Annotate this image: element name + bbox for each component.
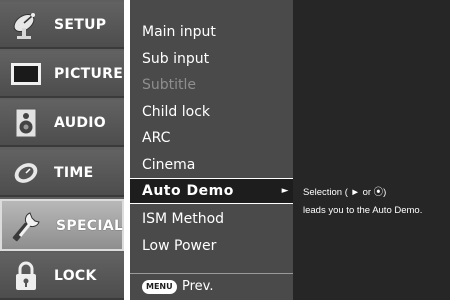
submenu-arrow-icon: ►: [281, 186, 289, 196]
satellite-dish-icon: [9, 10, 43, 40]
menu-item-main-input[interactable]: Main input: [130, 19, 293, 45]
padlock-icon: [9, 261, 43, 291]
category-label: PICTURE: [54, 66, 124, 82]
category-label: LOCK: [54, 268, 97, 284]
category-audio[interactable]: AUDIO: [0, 100, 124, 147]
category-setup[interactable]: SETUP: [0, 2, 124, 49]
menu-item-label: Child lock: [142, 104, 211, 120]
help-text: Selection ( ► or ⦿) leads you to the Aut…: [303, 184, 450, 220]
category-picture[interactable]: PICTURE: [0, 51, 124, 98]
speaker-icon: [9, 108, 43, 138]
menu-item-arc[interactable]: ARC: [130, 125, 293, 151]
menu-item-child-lock[interactable]: Child lock: [130, 99, 293, 125]
menu-item-subtitle: Subtitle: [130, 72, 293, 98]
monitor-icon: [9, 59, 43, 89]
category-label: SETUP: [54, 17, 107, 33]
menu-item-cinema[interactable]: Cinema: [130, 152, 293, 178]
special-menu: Main input Sub input Subtitle Child lock…: [130, 0, 293, 300]
menu-item-label: Auto Demo: [142, 183, 234, 199]
tools-icon: [11, 211, 45, 242]
menu-button-icon[interactable]: MENU: [142, 280, 177, 294]
prev-label: Prev.: [182, 279, 214, 294]
category-special[interactable]: SPECIAL: [0, 199, 124, 251]
menu-item-label: Low Power: [142, 238, 217, 254]
help-line-2: leads you to the Auto Demo.: [303, 205, 423, 216]
category-time[interactable]: TIME: [0, 150, 124, 197]
menu-item-label: ISM Method: [142, 211, 225, 227]
help-panel: Selection ( ► or ⦿) leads you to the Aut…: [293, 0, 450, 300]
category-label: TIME: [54, 165, 94, 181]
menu-item-auto-demo[interactable]: Auto Demo ►: [130, 178, 293, 204]
menu-item-sub-input[interactable]: Sub input: [130, 46, 293, 72]
category-lock[interactable]: LOCK: [0, 253, 124, 300]
menu-item-ism-method[interactable]: ISM Method: [130, 206, 293, 232]
menu-item-label: Cinema: [142, 157, 196, 173]
help-line-1: Selection ( ► or ⦿): [303, 187, 387, 198]
clock-icon: [9, 158, 43, 188]
category-sidebar: SETUP PICTURE AUDIO TIME SPECIAL LOCK: [0, 0, 124, 300]
menu-footer: MENU Prev.: [130, 273, 293, 300]
menu-item-label: Main input: [142, 24, 216, 40]
category-label: AUDIO: [54, 115, 107, 131]
menu-item-label: ARC: [142, 130, 171, 146]
category-label: SPECIAL: [56, 218, 124, 234]
menu-item-label: Sub input: [142, 51, 210, 67]
menu-item-low-power[interactable]: Low Power: [130, 233, 293, 259]
menu-item-label: Subtitle: [142, 77, 197, 93]
